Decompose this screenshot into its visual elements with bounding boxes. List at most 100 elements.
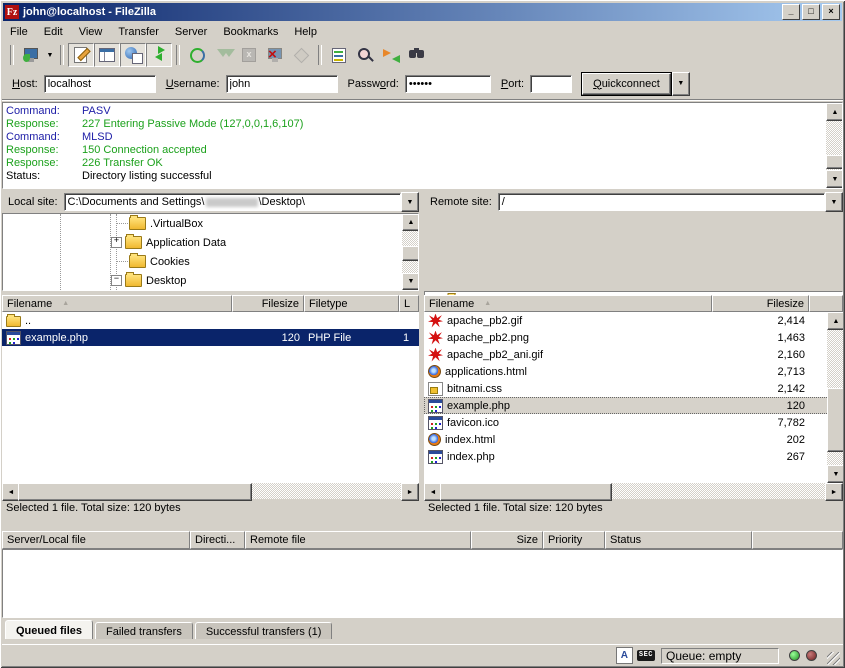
local-header-lastmodified[interactable]: L	[399, 295, 419, 312]
menu-help[interactable]: Help	[286, 23, 325, 41]
process-queue-button[interactable]	[210, 43, 236, 67]
local-header-filetype[interactable]: Filetype	[304, 295, 399, 312]
local-tree-scrollbar[interactable]: ▲ ▼	[402, 214, 418, 290]
scroll-down-button[interactable]: ▼	[826, 170, 843, 188]
site-manager-button[interactable]	[18, 43, 44, 67]
queue-header-size[interactable]: Size	[471, 531, 543, 549]
log-scrollbar[interactable]: ▲ ▼	[826, 103, 842, 188]
log-line: Response:150 Connection accepted	[3, 144, 842, 157]
scroll-thumb[interactable]	[826, 155, 843, 169]
scroll-up-button[interactable]: ▲	[827, 312, 843, 330]
queue-header-server-local[interactable]: Server/Local file	[2, 531, 190, 549]
queue-header: Server/Local file Directi... Remote file…	[2, 531, 843, 549]
scroll-right-button[interactable]: ►	[825, 483, 843, 501]
remote-header-filesize[interactable]: Filesize	[712, 295, 809, 312]
minimize-button[interactable]: _	[782, 4, 800, 20]
menu-server[interactable]: Server	[167, 23, 215, 41]
site-manager-dropdown[interactable]: ▼	[44, 44, 56, 66]
quickconnect-button[interactable]: Quickconnect	[582, 73, 671, 95]
tab-failed-transfers[interactable]: Failed transfers	[95, 622, 193, 639]
password-input[interactable]	[405, 75, 491, 93]
scroll-down-button[interactable]: ▼	[827, 465, 843, 483]
local-site-dropdown[interactable]: ▼	[401, 192, 419, 212]
expand-icon[interactable]: +	[111, 237, 122, 248]
abort-button[interactable]	[288, 43, 314, 67]
sort-ascending-icon: ▲	[62, 300, 69, 307]
remote-site-dropdown[interactable]: ▼	[825, 192, 843, 212]
resize-grip[interactable]	[827, 652, 840, 665]
scroll-thumb[interactable]	[827, 388, 843, 452]
css-file-icon	[428, 382, 443, 396]
toggle-message-log-button[interactable]	[68, 43, 94, 67]
remote-file-row[interactable]: index.php 267	[424, 448, 843, 465]
toolbar-separator	[318, 45, 322, 65]
port-input[interactable]	[530, 75, 572, 93]
local-header-filesize[interactable]: Filesize	[232, 295, 304, 312]
local-file-row-example-php[interactable]: example.php 120 PHP File 1	[2, 329, 419, 346]
message-log-icon	[72, 46, 90, 64]
queue-header-direction[interactable]: Directi...	[190, 531, 245, 549]
tab-successful-transfers[interactable]: Successful transfers (1)	[195, 622, 333, 639]
queue-header-remote-file[interactable]: Remote file	[245, 531, 471, 549]
local-list-hscrollbar[interactable]: ◄ ►	[2, 483, 419, 499]
cancel-operation-button[interactable]: x	[236, 43, 262, 67]
log-line: Response:227 Entering Passive Mode (127,…	[3, 118, 842, 131]
close-button[interactable]: ×	[822, 4, 840, 20]
refresh-icon	[188, 46, 206, 64]
remote-list-hscrollbar[interactable]: ◄ ►	[424, 483, 843, 499]
local-site-combo[interactable]: C:\Documents and Settings\\Desktop\	[64, 193, 401, 211]
scroll-thumb[interactable]	[18, 483, 252, 501]
remote-file-row[interactable]: apache_pb2.gif 2,414	[424, 312, 843, 329]
directory-comparison-button[interactable]	[352, 43, 378, 67]
collapse-icon[interactable]: −	[111, 275, 122, 286]
remote-file-row[interactable]: applications.html 2,713	[424, 363, 843, 380]
find-files-button[interactable]	[404, 43, 430, 67]
disconnect-button[interactable]: ×	[262, 43, 288, 67]
menu-view[interactable]: View	[71, 23, 111, 41]
scroll-thumb[interactable]	[440, 483, 612, 501]
synchronized-browsing-button[interactable]	[378, 43, 404, 67]
abort-icon	[292, 46, 310, 64]
remote-site-row: Remote site: / ▼	[424, 192, 843, 212]
local-file-list: Filename▲ Filesize Filetype L .. example…	[2, 295, 419, 517]
remote-file-row[interactable]: index.html 202	[424, 431, 843, 448]
scroll-thumb[interactable]	[402, 246, 419, 261]
tree-item-application-data[interactable]: +Application Data	[3, 233, 418, 252]
scroll-down-button[interactable]: ▼	[402, 273, 419, 290]
tree-item-virtualbox[interactable]: .VirtualBox	[3, 214, 418, 233]
remote-file-row[interactable]: favicon.ico 7,782	[424, 414, 843, 431]
tree-item-desktop[interactable]: −Desktop	[3, 271, 418, 290]
remote-list-vscrollbar[interactable]: ▲ ▼	[827, 312, 843, 483]
local-header-filename[interactable]: Filename▲	[2, 295, 232, 312]
remote-file-row[interactable]: apache_pb2.png 1,463	[424, 329, 843, 346]
maximize-button[interactable]: □	[802, 4, 820, 20]
remote-file-row-selected[interactable]: example.php 120	[424, 397, 843, 414]
queue-header-priority[interactable]: Priority	[543, 531, 605, 549]
quickconnect-dropdown[interactable]: ▼	[672, 72, 690, 96]
menu-file[interactable]: File	[2, 23, 36, 41]
username-input[interactable]	[226, 75, 338, 93]
refresh-button[interactable]	[184, 43, 210, 67]
folder-icon	[125, 236, 142, 249]
local-file-row-parent[interactable]: ..	[2, 312, 419, 329]
remote-header-filename[interactable]: Filename▲	[424, 295, 712, 312]
remote-file-row[interactable]: apache_pb2_ani.gif 2,160	[424, 346, 843, 363]
html-file-icon	[428, 433, 441, 446]
menu-transfer[interactable]: Transfer	[110, 23, 167, 41]
menu-edit[interactable]: Edit	[36, 23, 71, 41]
scroll-right-button[interactable]: ►	[401, 483, 419, 501]
tree-item-cookies[interactable]: Cookies	[3, 252, 418, 271]
remote-site-combo[interactable]: /	[498, 193, 825, 211]
queue-header-status[interactable]: Status	[605, 531, 752, 549]
scroll-up-button[interactable]: ▲	[826, 103, 843, 121]
host-input[interactable]	[44, 75, 156, 93]
tab-queued-files[interactable]: Queued files	[5, 620, 93, 639]
toggle-remote-tree-button[interactable]	[120, 43, 146, 67]
site-manager-icon	[22, 46, 40, 64]
toggle-transfer-queue-button[interactable]	[146, 43, 172, 67]
filter-button[interactable]	[326, 43, 352, 67]
scroll-up-button[interactable]: ▲	[402, 214, 419, 231]
toggle-local-tree-button[interactable]	[94, 43, 120, 67]
remote-file-row[interactable]: bitnami.css 2,142	[424, 380, 843, 397]
menu-bookmarks[interactable]: Bookmarks	[215, 23, 286, 41]
